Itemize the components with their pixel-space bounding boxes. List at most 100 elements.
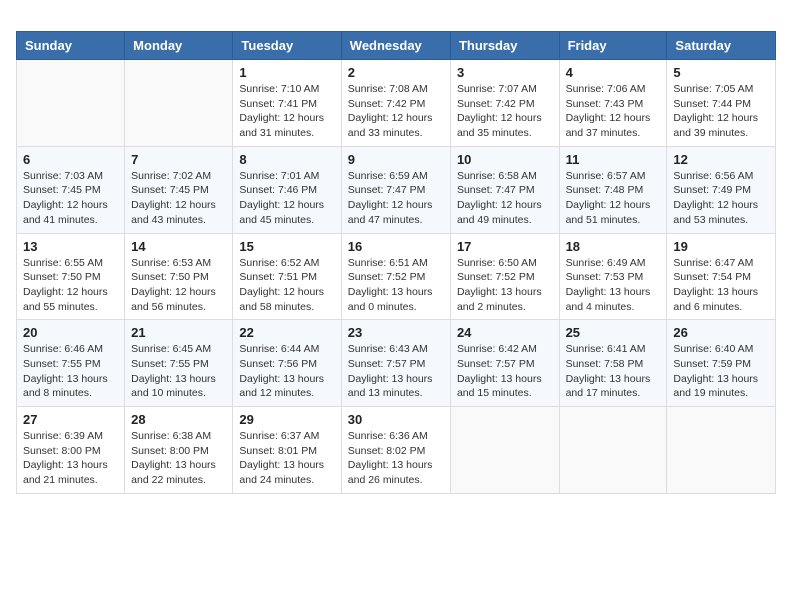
- day-number: 15: [239, 239, 334, 254]
- header-tuesday: Tuesday: [233, 32, 341, 60]
- day-number: 25: [566, 325, 661, 340]
- cell-content: Sunrise: 7:07 AM Sunset: 7:42 PM Dayligh…: [457, 82, 553, 141]
- day-number: 29: [239, 412, 334, 427]
- day-number: 4: [566, 65, 661, 80]
- day-number: 23: [348, 325, 444, 340]
- calendar-cell: 17 Sunrise: 6:50 AM Sunset: 7:52 PM Dayli…: [450, 233, 559, 320]
- day-number: 14: [131, 239, 226, 254]
- day-number: 5: [673, 65, 769, 80]
- calendar-cell: [450, 407, 559, 494]
- day-number: 26: [673, 325, 769, 340]
- cell-content: Sunrise: 6:43 AM Sunset: 7:57 PM Dayligh…: [348, 342, 444, 401]
- calendar-week-5: 27 Sunrise: 6:39 AM Sunset: 8:00 PM Dayli…: [17, 407, 776, 494]
- calendar-cell: 14 Sunrise: 6:53 AM Sunset: 7:50 PM Dayli…: [125, 233, 233, 320]
- day-number: 3: [457, 65, 553, 80]
- calendar-cell: 28 Sunrise: 6:38 AM Sunset: 8:00 PM Dayli…: [125, 407, 233, 494]
- calendar-cell: [667, 407, 776, 494]
- cell-content: Sunrise: 6:56 AM Sunset: 7:49 PM Dayligh…: [673, 169, 769, 228]
- day-number: 24: [457, 325, 553, 340]
- calendar-cell: 29 Sunrise: 6:37 AM Sunset: 8:01 PM Dayli…: [233, 407, 341, 494]
- calendar-cell: 22 Sunrise: 6:44 AM Sunset: 7:56 PM Dayli…: [233, 320, 341, 407]
- cell-content: Sunrise: 7:01 AM Sunset: 7:46 PM Dayligh…: [239, 169, 334, 228]
- day-number: 7: [131, 152, 226, 167]
- header-wednesday: Wednesday: [341, 32, 450, 60]
- calendar-cell: 1 Sunrise: 7:10 AM Sunset: 7:41 PM Daylig…: [233, 60, 341, 147]
- day-number: 6: [23, 152, 118, 167]
- day-number: 13: [23, 239, 118, 254]
- cell-content: Sunrise: 6:58 AM Sunset: 7:47 PM Dayligh…: [457, 169, 553, 228]
- day-number: 19: [673, 239, 769, 254]
- calendar: SundayMondayTuesdayWednesdayThursdayFrid…: [16, 31, 776, 494]
- cell-content: Sunrise: 6:57 AM Sunset: 7:48 PM Dayligh…: [566, 169, 661, 228]
- cell-content: Sunrise: 7:10 AM Sunset: 7:41 PM Dayligh…: [239, 82, 334, 141]
- calendar-cell: 20 Sunrise: 6:46 AM Sunset: 7:55 PM Dayli…: [17, 320, 125, 407]
- day-number: 9: [348, 152, 444, 167]
- calendar-cell: 30Sunrise: 6:36 AM Sunset: 8:02 PM Dayli…: [341, 407, 450, 494]
- cell-content: Sunrise: 6:39 AM Sunset: 8:00 PM Dayligh…: [23, 429, 118, 488]
- cell-content: Sunrise: 6:37 AM Sunset: 8:01 PM Dayligh…: [239, 429, 334, 488]
- day-number: 28: [131, 412, 226, 427]
- calendar-week-3: 13 Sunrise: 6:55 AM Sunset: 7:50 PM Dayli…: [17, 233, 776, 320]
- cell-content: Sunrise: 6:59 AM Sunset: 7:47 PM Dayligh…: [348, 169, 444, 228]
- cell-content: Sunrise: 6:50 AM Sunset: 7:52 PM Dayligh…: [457, 256, 553, 315]
- day-number: 18: [566, 239, 661, 254]
- calendar-cell: 24 Sunrise: 6:42 AM Sunset: 7:57 PM Dayli…: [450, 320, 559, 407]
- calendar-cell: 25Sunrise: 6:41 AM Sunset: 7:58 PM Dayli…: [559, 320, 667, 407]
- calendar-cell: 12Sunrise: 6:56 AM Sunset: 7:49 PM Dayli…: [667, 146, 776, 233]
- calendar-cell: 8 Sunrise: 7:01 AM Sunset: 7:46 PM Daylig…: [233, 146, 341, 233]
- cell-content: Sunrise: 6:49 AM Sunset: 7:53 PM Dayligh…: [566, 256, 661, 315]
- cell-content: Sunrise: 6:47 AM Sunset: 7:54 PM Dayligh…: [673, 256, 769, 315]
- cell-content: Sunrise: 6:55 AM Sunset: 7:50 PM Dayligh…: [23, 256, 118, 315]
- calendar-cell: 27 Sunrise: 6:39 AM Sunset: 8:00 PM Dayli…: [17, 407, 125, 494]
- calendar-cell: 3 Sunrise: 7:07 AM Sunset: 7:42 PM Daylig…: [450, 60, 559, 147]
- calendar-cell: 6 Sunrise: 7:03 AM Sunset: 7:45 PM Daylig…: [17, 146, 125, 233]
- calendar-cell: 23 Sunrise: 6:43 AM Sunset: 7:57 PM Dayli…: [341, 320, 450, 407]
- cell-content: Sunrise: 7:06 AM Sunset: 7:43 PM Dayligh…: [566, 82, 661, 141]
- cell-content: Sunrise: 6:44 AM Sunset: 7:56 PM Dayligh…: [239, 342, 334, 401]
- header-monday: Monday: [125, 32, 233, 60]
- header-friday: Friday: [559, 32, 667, 60]
- day-number: 8: [239, 152, 334, 167]
- day-number: 16: [348, 239, 444, 254]
- cell-content: Sunrise: 6:53 AM Sunset: 7:50 PM Dayligh…: [131, 256, 226, 315]
- cell-content: Sunrise: 7:02 AM Sunset: 7:45 PM Dayligh…: [131, 169, 226, 228]
- calendar-week-1: 1 Sunrise: 7:10 AM Sunset: 7:41 PM Daylig…: [17, 60, 776, 147]
- calendar-header-row: SundayMondayTuesdayWednesdayThursdayFrid…: [17, 32, 776, 60]
- day-number: 21: [131, 325, 226, 340]
- cell-content: Sunrise: 7:08 AM Sunset: 7:42 PM Dayligh…: [348, 82, 444, 141]
- calendar-cell: 18 Sunrise: 6:49 AM Sunset: 7:53 PM Dayli…: [559, 233, 667, 320]
- calendar-cell: [125, 60, 233, 147]
- cell-content: Sunrise: 6:46 AM Sunset: 7:55 PM Dayligh…: [23, 342, 118, 401]
- calendar-cell: 10 Sunrise: 6:58 AM Sunset: 7:47 PM Dayli…: [450, 146, 559, 233]
- calendar-week-2: 6 Sunrise: 7:03 AM Sunset: 7:45 PM Daylig…: [17, 146, 776, 233]
- calendar-cell: 13 Sunrise: 6:55 AM Sunset: 7:50 PM Dayli…: [17, 233, 125, 320]
- day-number: 22: [239, 325, 334, 340]
- calendar-week-4: 20 Sunrise: 6:46 AM Sunset: 7:55 PM Dayli…: [17, 320, 776, 407]
- header: [16, 16, 776, 21]
- day-number: 1: [239, 65, 334, 80]
- cell-content: Sunrise: 6:38 AM Sunset: 8:00 PM Dayligh…: [131, 429, 226, 488]
- cell-content: Sunrise: 6:52 AM Sunset: 7:51 PM Dayligh…: [239, 256, 334, 315]
- header-saturday: Saturday: [667, 32, 776, 60]
- cell-content: Sunrise: 6:36 AM Sunset: 8:02 PM Dayligh…: [348, 429, 444, 488]
- cell-content: Sunrise: 6:45 AM Sunset: 7:55 PM Dayligh…: [131, 342, 226, 401]
- calendar-cell: 9 Sunrise: 6:59 AM Sunset: 7:47 PM Daylig…: [341, 146, 450, 233]
- calendar-cell: 5 Sunrise: 7:05 AM Sunset: 7:44 PM Daylig…: [667, 60, 776, 147]
- calendar-cell: 11 Sunrise: 6:57 AM Sunset: 7:48 PM Dayli…: [559, 146, 667, 233]
- cell-content: Sunrise: 7:05 AM Sunset: 7:44 PM Dayligh…: [673, 82, 769, 141]
- header-thursday: Thursday: [450, 32, 559, 60]
- calendar-cell: 4 Sunrise: 7:06 AM Sunset: 7:43 PM Daylig…: [559, 60, 667, 147]
- calendar-cell: 15 Sunrise: 6:52 AM Sunset: 7:51 PM Dayli…: [233, 233, 341, 320]
- cell-content: Sunrise: 6:40 AM Sunset: 7:59 PM Dayligh…: [673, 342, 769, 401]
- day-number: 11: [566, 152, 661, 167]
- calendar-cell: 21 Sunrise: 6:45 AM Sunset: 7:55 PM Dayli…: [125, 320, 233, 407]
- cell-content: Sunrise: 6:42 AM Sunset: 7:57 PM Dayligh…: [457, 342, 553, 401]
- cell-content: Sunrise: 6:51 AM Sunset: 7:52 PM Dayligh…: [348, 256, 444, 315]
- day-number: 20: [23, 325, 118, 340]
- day-number: 17: [457, 239, 553, 254]
- day-number: 27: [23, 412, 118, 427]
- day-number: 10: [457, 152, 553, 167]
- cell-content: Sunrise: 7:03 AM Sunset: 7:45 PM Dayligh…: [23, 169, 118, 228]
- calendar-cell: [17, 60, 125, 147]
- calendar-cell: 19 Sunrise: 6:47 AM Sunset: 7:54 PM Dayli…: [667, 233, 776, 320]
